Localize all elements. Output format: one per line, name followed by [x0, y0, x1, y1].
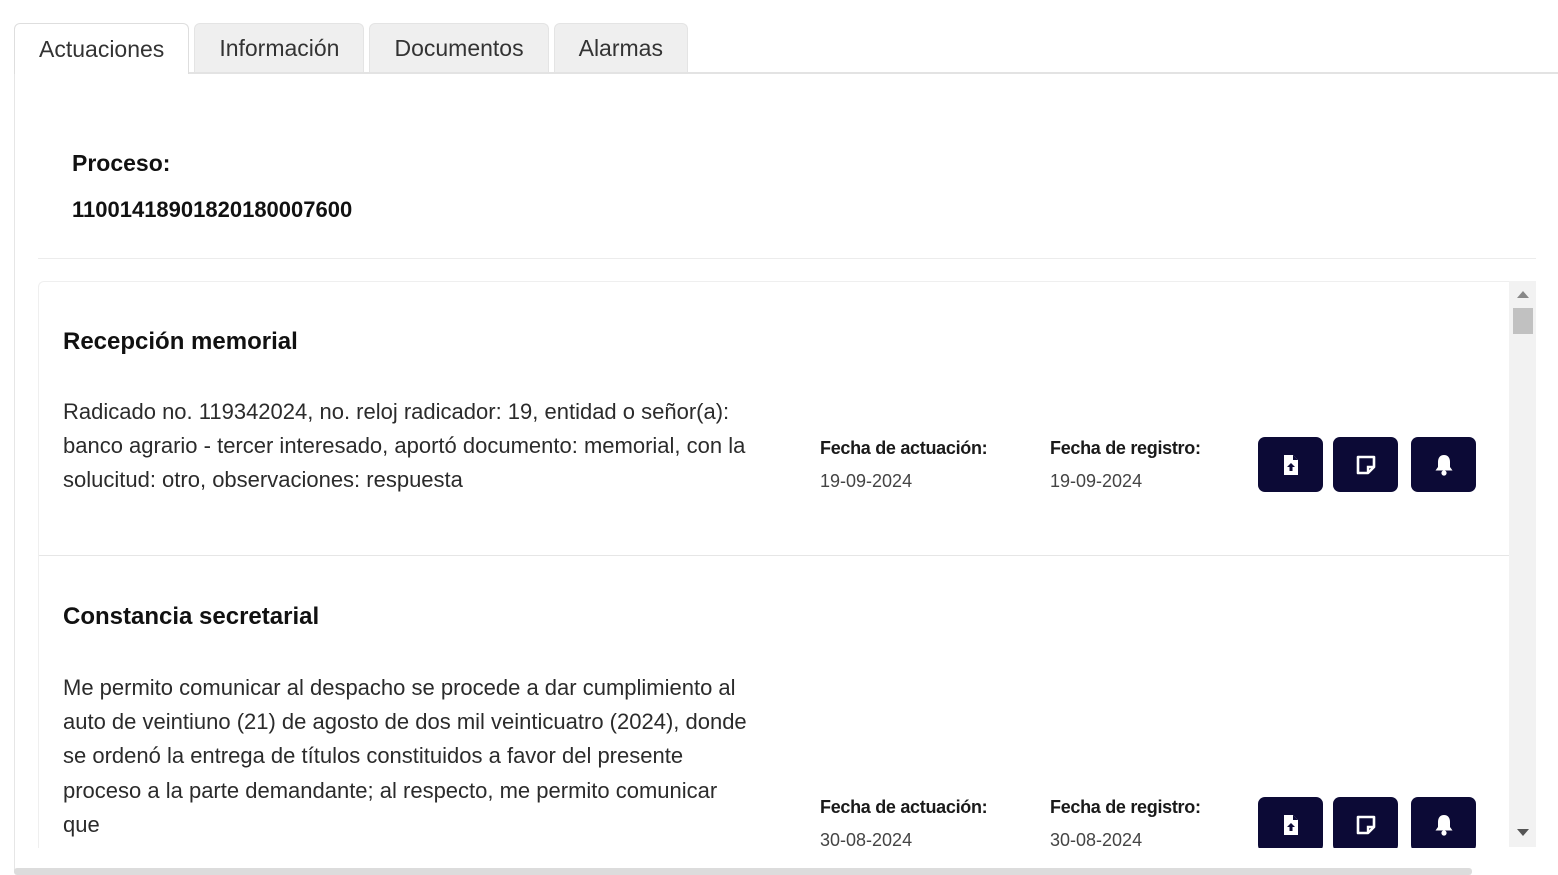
actuacion-description: Me permito comunicar al despacho se proc…	[63, 675, 747, 837]
vertical-scrollbar[interactable]	[1509, 281, 1536, 847]
actuacion-card: Constancia secretarial Me permito comuni…	[39, 557, 1510, 848]
fecha-registro-label: Fecha de registro:	[1050, 438, 1201, 458]
upload-document-button[interactable]	[1258, 437, 1323, 492]
add-note-button[interactable]	[1333, 797, 1398, 848]
bell-icon	[1435, 454, 1452, 476]
tab-label: Documentos	[394, 34, 524, 61]
panel-border	[14, 72, 15, 872]
add-note-button[interactable]	[1333, 437, 1398, 492]
add-alarm-button[interactable]	[1411, 797, 1476, 848]
scroll-down-arrow-icon[interactable]	[1517, 829, 1529, 836]
tab-label: Actuaciones	[39, 35, 165, 62]
actuacion-description: Radicado no. 119342024, no. reloj radica…	[63, 399, 746, 493]
sticky-note-icon	[1356, 815, 1375, 834]
file-upload-icon	[1283, 454, 1298, 475]
section-divider	[38, 258, 1536, 259]
file-upload-icon	[1283, 814, 1298, 835]
actuaciones-list[interactable]: Recepción memorial Radicado no. 11934202…	[38, 281, 1510, 848]
sticky-note-icon	[1356, 455, 1375, 474]
horizontal-scrollbar[interactable]	[14, 868, 1472, 875]
scrollbar-thumb[interactable]	[1513, 308, 1533, 334]
actuacion-title: Constancia secretarial	[63, 603, 320, 630]
upload-document-button[interactable]	[1258, 797, 1323, 848]
fecha-actuacion-label: Fecha de actuación:	[820, 438, 988, 458]
fecha-actuacion-label: Fecha de actuación:	[820, 797, 988, 817]
tab-label: Alarmas	[578, 34, 663, 61]
tab-alarmas[interactable]: Alarmas	[553, 23, 688, 72]
tab-documentos[interactable]: Documentos	[369, 23, 549, 72]
fecha-registro-value: 30-08-2024	[1050, 830, 1143, 848]
page: Actuaciones Información Documentos Alarm…	[0, 0, 1558, 875]
bell-icon	[1435, 814, 1452, 836]
proceso-label: Proceso:	[72, 150, 171, 176]
tab-label: Información	[219, 34, 340, 61]
fecha-actuacion-value: 30-08-2024	[820, 830, 913, 848]
fecha-registro-label: Fecha de registro:	[1050, 797, 1201, 817]
tab-actuaciones[interactable]: Actuaciones	[14, 23, 190, 74]
tab-informacion[interactable]: Información	[194, 23, 365, 72]
actuacion-title: Recepción memorial	[63, 328, 298, 355]
tab-underline	[14, 72, 1558, 74]
fecha-actuacion-value: 19-09-2024	[820, 471, 913, 491]
proceso-number: 11001418901820180007600	[72, 197, 353, 222]
actuacion-card: Recepción memorial Radicado no. 11934202…	[39, 282, 1510, 556]
tab-bar: Actuaciones Información Documentos Alarm…	[14, 23, 688, 74]
scroll-up-arrow-icon[interactable]	[1517, 291, 1529, 298]
add-alarm-button[interactable]	[1411, 437, 1476, 492]
fecha-registro-value: 19-09-2024	[1050, 471, 1143, 491]
